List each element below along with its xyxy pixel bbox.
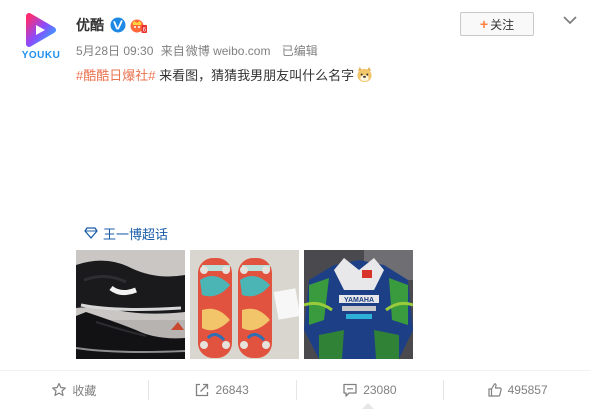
- post-text: #酷酷日爆社# 来看图，猜猜我男朋友叫什么名字: [76, 65, 373, 84]
- verified-v-icon: [110, 17, 126, 33]
- diamond-icon: [84, 227, 98, 239]
- photo-thumbnail-sneakers[interactable]: [76, 250, 185, 359]
- star-icon: [52, 382, 67, 396]
- follow-button[interactable]: + 关注: [460, 12, 534, 36]
- comment-active-caret: [362, 403, 374, 409]
- skateboards-photo: [190, 250, 299, 359]
- repost-button[interactable]: 26843: [147, 371, 296, 409]
- avatar[interactable]: YOUKU: [16, 12, 66, 62]
- svg-text:YAMAHA: YAMAHA: [344, 297, 374, 304]
- username[interactable]: 优酷: [76, 15, 104, 35]
- comment-icon: [343, 383, 357, 397]
- source[interactable]: 微博 weibo.com: [186, 44, 271, 58]
- repost-count: 26843: [215, 383, 249, 397]
- repost-icon: [196, 383, 209, 397]
- favorite-label: 收藏: [72, 383, 97, 398]
- youku-logo-icon: [26, 13, 56, 47]
- super-topic-link[interactable]: 王一博超话: [84, 224, 168, 242]
- comment-count: 23080: [363, 383, 397, 397]
- action-bar: 收藏 26843 23080 495857: [0, 370, 591, 409]
- avatar-logo-text: YOUKU: [21, 50, 61, 61]
- photo-thumbnail-skateboards[interactable]: [190, 250, 299, 359]
- chevron-down-icon[interactable]: [562, 12, 578, 28]
- timestamp[interactable]: 5月28日 09:30: [76, 44, 153, 58]
- thumbs-up-icon: [487, 383, 502, 397]
- yamaha-racing-suit-photo: YAMAHA: [304, 250, 413, 359]
- name-row: 优酷 6: [76, 15, 147, 35]
- favorite-button[interactable]: 收藏: [0, 371, 148, 409]
- doge-emoji-icon: [357, 66, 372, 83]
- super-topic-label: 王一博超话: [103, 226, 169, 242]
- sneakers-photo: [76, 250, 185, 359]
- follow-label: 关注: [490, 17, 515, 32]
- like-count: 495857: [507, 383, 548, 397]
- post-body: 来看图，猜猜我男朋友叫什么名字: [155, 68, 355, 83]
- edited-label[interactable]: 已编辑: [282, 44, 318, 58]
- post-meta: 5月28日 09:30 来自微博 weibo.com 已编辑: [76, 42, 322, 59]
- like-button[interactable]: 495857: [443, 371, 591, 409]
- follow-plus-icon: +: [479, 16, 489, 32]
- photo-thumbnail-racing-suit[interactable]: YAMAHA: [304, 250, 413, 359]
- source-prefix: 来自: [160, 44, 185, 58]
- hashtag-link[interactable]: #酷酷日爆社#: [76, 68, 155, 83]
- vip-crown-icon: 6: [130, 19, 147, 33]
